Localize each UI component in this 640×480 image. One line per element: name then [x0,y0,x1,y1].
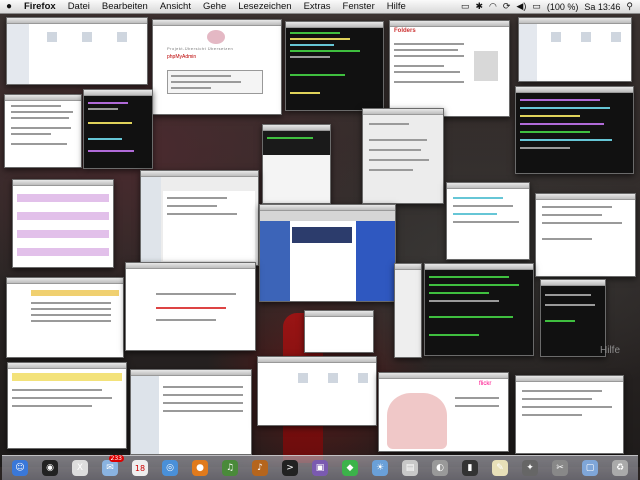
firefox-icon[interactable]: ● [192,460,208,476]
menu-extras[interactable]: Extras [298,1,337,12]
sync-icon[interactable]: ⟳ [500,1,514,12]
window-code-editor-1[interactable] [83,89,153,169]
menu-bar: ● Firefox Datei Bearbeiten Ansicht Gehe … [0,0,640,14]
preview-icon[interactable]: ▤ [402,460,418,476]
wifi-icon[interactable]: ◠ [486,1,500,12]
menu-bearbeiten[interactable]: Bearbeiten [96,1,154,12]
safari-icon[interactable]: ◎ [162,460,178,476]
window-blog[interactable]: Folders [389,20,510,117]
menu-lesezeichen[interactable]: Lesezeichen [232,1,297,12]
hand-image [387,393,447,449]
battery-icon[interactable]: ▭ [529,1,544,12]
tools-icon[interactable]: ✂ [552,460,568,476]
terminal-icon[interactable]: > [282,460,298,476]
window-browser-blue[interactable] [259,204,396,302]
window-code-editor-2[interactable] [515,86,634,174]
window-document-3[interactable] [515,375,624,454]
window-dialog[interactable] [304,310,374,353]
window-editor-light[interactable] [446,182,530,260]
itunes-icon[interactable]: ♫ [222,460,238,476]
phpmyadmin-subtitle: Projekt-Übersicht Übersetzen [167,46,234,51]
menu-fenster[interactable]: Fenster [337,1,381,12]
iphoto-icon[interactable]: ☀ [372,460,388,476]
ical-icon[interactable]: 18 [132,460,148,476]
menu-hilfe[interactable]: Hilfe [381,1,412,12]
window-phpmyadmin[interactable]: Projekt-Übersicht Übersetzen phpMyAdmin [152,19,282,115]
window-terminal-3[interactable] [424,263,534,356]
folder-icon[interactable]: ▢ [582,460,598,476]
window-document-2[interactable] [535,193,636,277]
window-terminal-2[interactable] [262,124,331,204]
script-icon[interactable]: ✦ [522,460,538,476]
window-form[interactable] [125,262,256,351]
blog-logo: Folders [394,28,416,34]
window-terminal-4[interactable] [540,279,606,357]
guitar-icon[interactable]: ♪ [252,460,268,476]
disk-icon[interactable]: ◐ [432,460,448,476]
flickr-logo: flickr [479,381,492,387]
clock[interactable]: Sa 13:46 [581,2,623,12]
phpmyadmin-logo-icon [207,30,225,44]
window-finder-1[interactable] [6,17,148,85]
apple-menu-icon[interactable]: ● [0,1,18,12]
menu-gehe[interactable]: Gehe [197,1,232,12]
dock: ☺ ◉ X ✉ 233 18 ◎ ● ♫ ♪ > ▣ ◆ ☀ ▤ ◐ ▮ ✎ ✦ ✂ ▢ ♻ [2,455,638,480]
console-icon[interactable]: ▮ [462,460,478,476]
volume-icon[interactable]: ◀) [513,1,529,12]
dashboard-icon[interactable]: ◉ [42,460,58,476]
mail-badge: 233 [108,455,124,462]
window-mail-list[interactable] [6,277,124,358]
menu-ansicht[interactable]: Ansicht [154,1,197,12]
mail-icon[interactable]: ✉ 233 [102,455,124,476]
adium-icon[interactable]: ◆ [342,460,358,476]
window-finder-4[interactable] [257,356,377,426]
window-table-purple[interactable] [12,179,114,268]
window-terminal-1[interactable] [285,21,384,111]
window-itunes[interactable] [130,369,252,455]
bluetooth-icon[interactable]: ✱ [472,1,486,12]
menu-app-name[interactable]: Firefox [18,1,62,12]
window-ide[interactable] [140,170,259,266]
window-finder-2[interactable] [518,17,632,82]
window-finder-3[interactable] [394,263,422,358]
battery-percent[interactable]: (100 %) [544,2,582,12]
window-document-1[interactable] [4,94,82,168]
menu-extras-area: ▭ ✱ ◠ ⟳ ◀) ▭ (100 %) Sa 13:46 ⚲ [458,1,640,12]
x11-icon[interactable]: X [72,460,88,476]
finder-icon[interactable]: ☺ [12,460,28,476]
spotlight-icon[interactable]: ⚲ [623,1,636,12]
trash-icon[interactable]: ♻ [612,460,628,476]
photo-icon[interactable]: ▣ [312,460,328,476]
window-mail-reader[interactable] [7,362,127,449]
phpmyadmin-title: phpMyAdmin [167,54,197,60]
desktop-ghost-text: Hilfe [600,345,621,356]
window-flickr[interactable]: flickr [378,372,509,452]
chat-icon[interactable]: ▭ [458,1,473,12]
menu-datei[interactable]: Datei [62,1,96,12]
textedit-icon[interactable]: ✎ [492,460,508,476]
window-preferences[interactable] [362,108,444,204]
